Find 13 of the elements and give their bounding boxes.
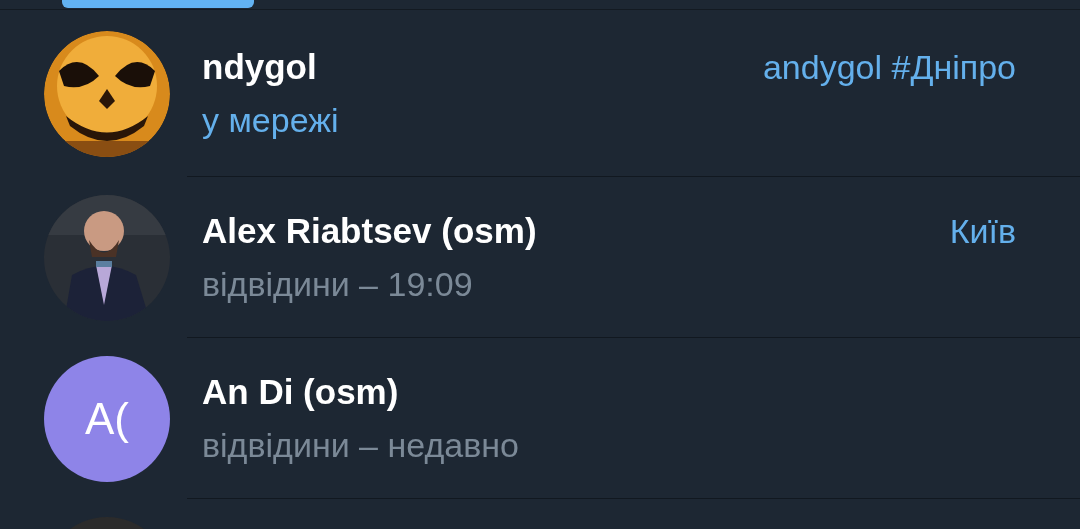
tab-indicator[interactable] <box>62 0 254 8</box>
avatar-initials: A( <box>44 355 170 482</box>
contact-tag: Київ <box>949 211 1016 251</box>
contact-name: Alex Riabtsev (osm) <box>202 210 537 251</box>
contact-item[interactable]: ndygol andygol #Дніпро у мережі <box>187 10 1080 177</box>
contact-item[interactable]: Alex Riabtsev (osm) Київ відвідини – 19:09 <box>187 177 1080 338</box>
contact-tag: andygol #Дніпро <box>762 47 1016 87</box>
contact-status: відвідини – недавно <box>202 425 519 465</box>
contact-name: ndygol <box>202 46 317 87</box>
contact-status: відвідини – 19:09 <box>202 264 473 304</box>
contact-name: An Di (osm) <box>202 371 399 412</box>
contact-item[interactable]: An Di (osm) відвідини – недавно <box>187 338 1080 499</box>
contact-status: у мережі <box>202 100 339 140</box>
